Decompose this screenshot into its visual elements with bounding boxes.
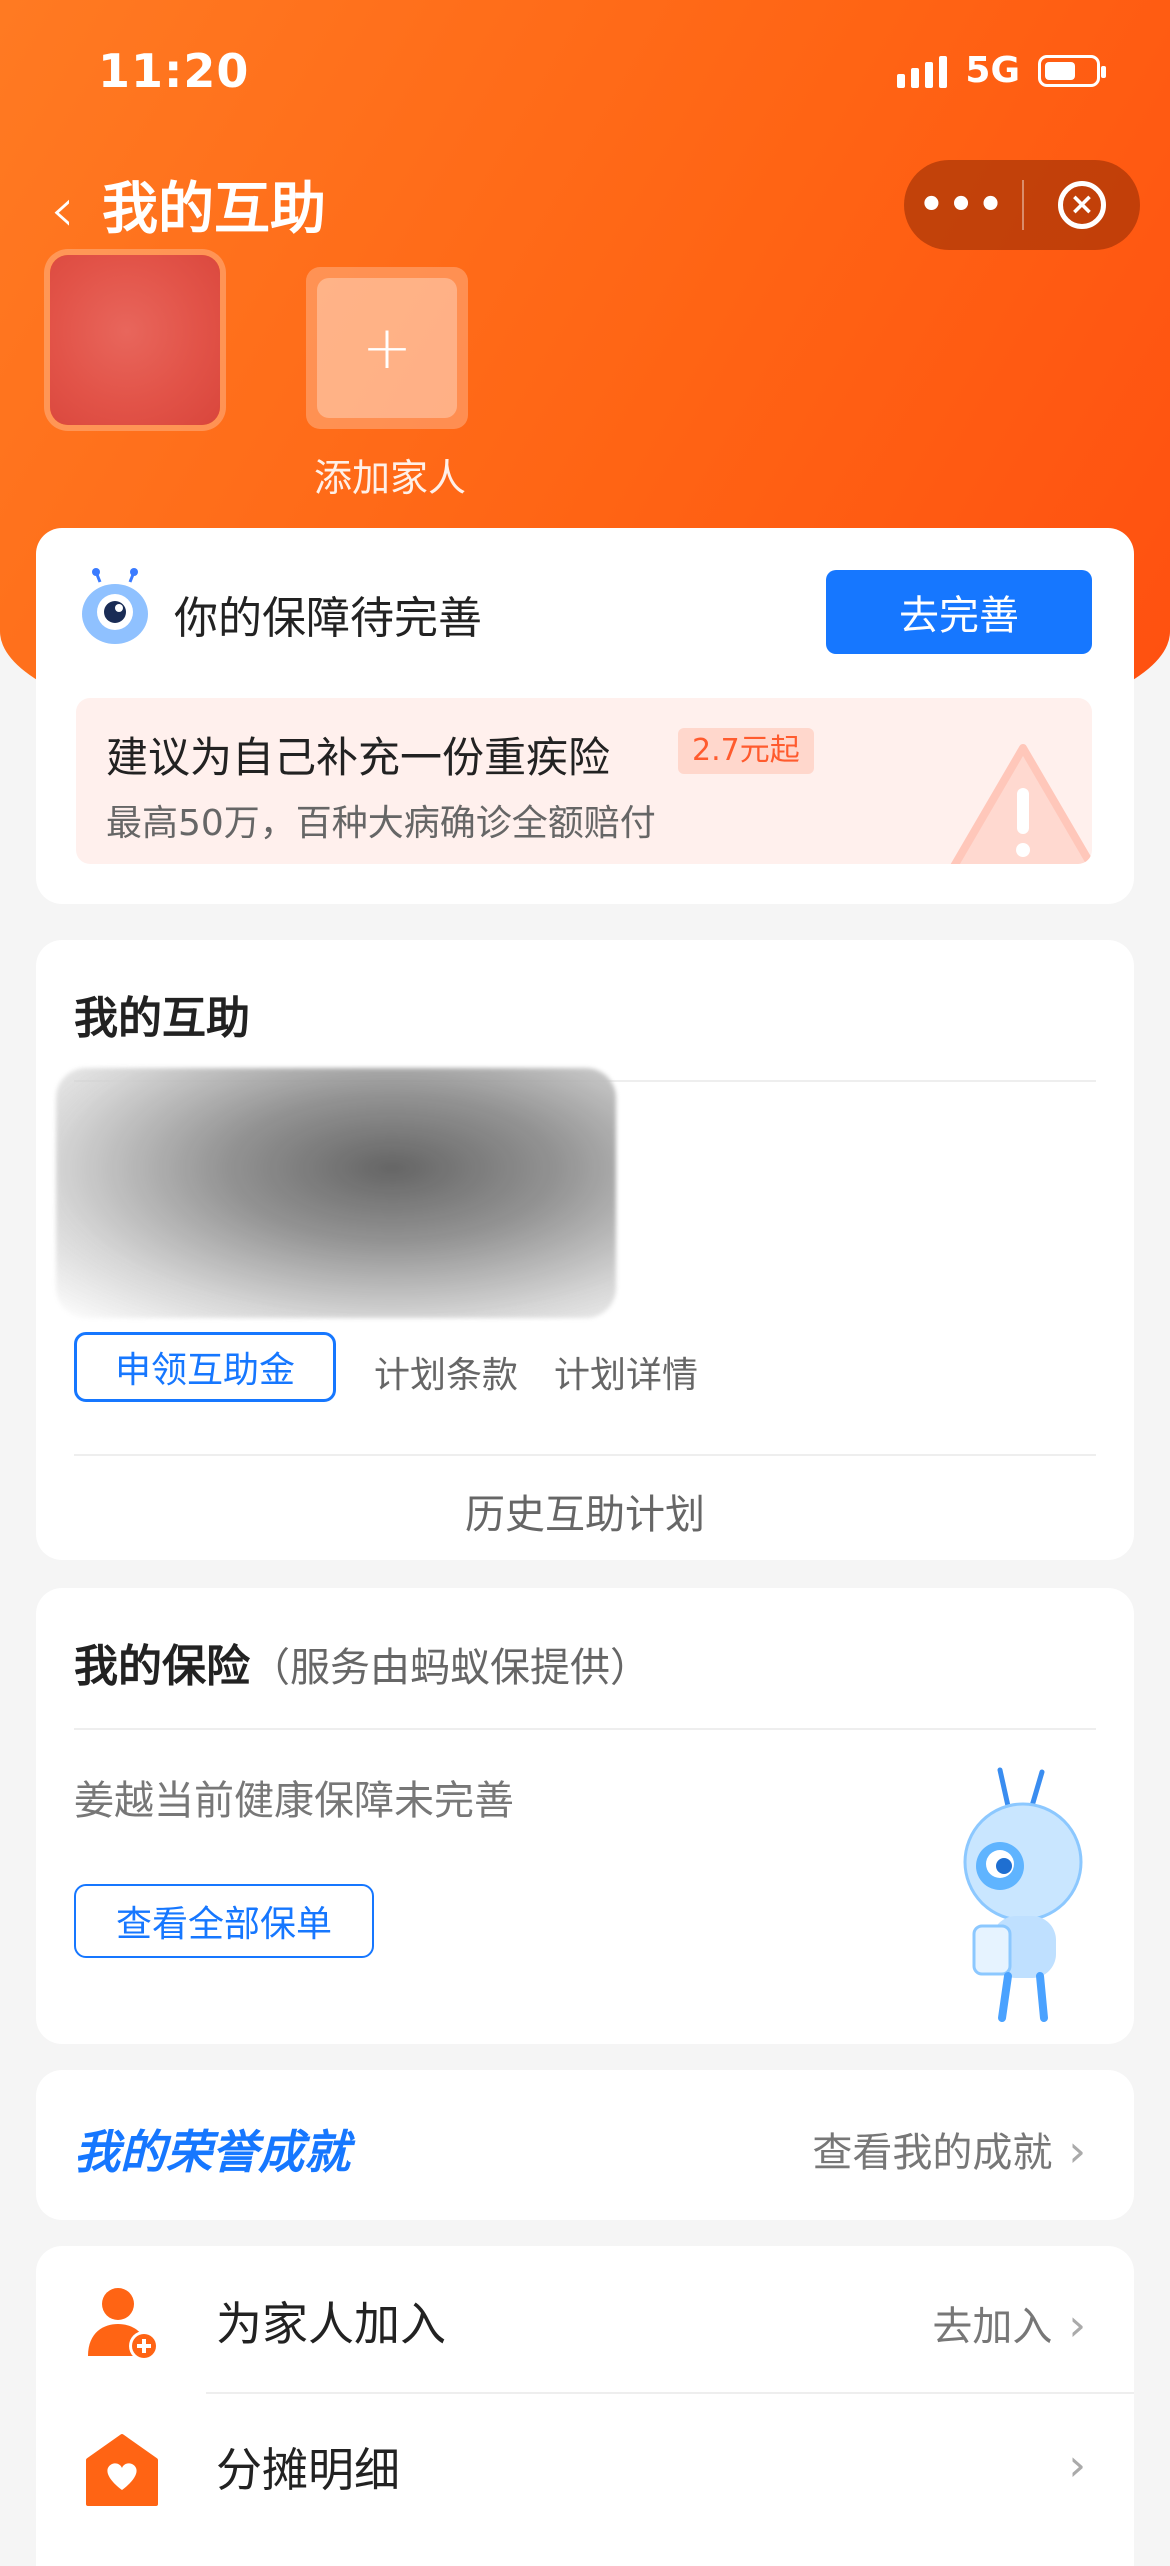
signal-icon (897, 54, 948, 88)
chevron-right-icon: › (1068, 2126, 1086, 2177)
insurance-card: 我的保险（服务由蚂蚁保提供） 姜越当前健康保障未完善 查看全部保单 (36, 1588, 1134, 2044)
house-heart-icon (86, 2434, 158, 2506)
improve-button[interactable]: 去完善 (826, 570, 1092, 654)
honor-card[interactable]: 我的荣誉成就 查看我的成就 › (36, 2070, 1134, 2220)
view-achievements-link[interactable]: 查看我的成就 › (812, 2120, 1086, 2178)
avatar[interactable] (50, 255, 220, 425)
plus-icon: + (317, 278, 457, 418)
add-family-button[interactable]: + (306, 267, 468, 429)
price-badge: 2.7元起 (678, 728, 814, 774)
insurance-provider-note: （服务由蚂蚁保提供） (250, 1645, 650, 1691)
redacted-plan-info (56, 1068, 616, 1318)
plan-details-link[interactable]: 计划详情 (554, 1346, 698, 1398)
status-bar: 11:20 5G (0, 0, 1170, 150)
nav-bar: ‹ 我的互助 ••• × (0, 160, 1170, 260)
menu-item-action: 去加入 › (932, 2294, 1086, 2352)
chevron-right-icon: › (1068, 2440, 1086, 2491)
menu-item-action-label: 去加入 (932, 2304, 1053, 2350)
more-dots-icon[interactable]: ••• (904, 185, 1022, 225)
member-list: + 添加家人 (0, 255, 1170, 500)
protection-card: 你的保障待完善 去完善 建议为自己补充一份重疾险 2.7元起 最高50万，百种大… (36, 528, 1134, 904)
menu-item-label: 为家人加入 (216, 2297, 446, 2351)
insurance-status-desc: 姜越当前健康保障未完善 (74, 1778, 514, 1824)
ant-mascot-icon (963, 1767, 1083, 2022)
menu-item-action: › (1052, 2440, 1086, 2491)
insurance-title-text: 我的保险 (74, 1641, 250, 1692)
claim-fund-button[interactable]: 申领互助金 (74, 1332, 336, 1402)
suggestion-title: 建议为自己补充一份重疾险 (106, 733, 611, 782)
chevron-right-icon: › (1068, 2300, 1086, 2351)
menu-item-label: 分摊明细 (216, 2443, 400, 2497)
menu-item-add-family[interactable]: 为家人加入 去加入 › (36, 2246, 1134, 2392)
suggestion-desc: 最高50万，百种大病确诊全额赔付 (106, 803, 656, 844)
plan-terms-link[interactable]: 计划条款 (374, 1346, 518, 1398)
page-title: 我的互助 (102, 177, 326, 242)
back-icon[interactable]: ‹ (50, 170, 75, 250)
insurance-suggestion[interactable]: 建议为自己补充一份重疾险 2.7元起 最高50万，百种大病确诊全额赔付 (76, 698, 1092, 864)
protection-status-label: 你的保障待完善 (174, 593, 482, 644)
menu-card: 为家人加入 去加入 › 分摊明细 › (36, 2246, 1134, 2566)
mutual-aid-title: 我的互助 (74, 993, 250, 1044)
view-achievements-label: 查看我的成就 (812, 2130, 1053, 2176)
battery-icon (1038, 54, 1106, 87)
add-user-icon (88, 2288, 159, 2361)
menu-item-cost-details[interactable]: 分摊明细 › (36, 2392, 1134, 2538)
mini-program-capsule: ••• × (904, 160, 1140, 250)
history-plans-link[interactable]: 历史互助计划 (36, 1482, 1134, 1540)
close-button[interactable]: × (1024, 181, 1140, 229)
divider (74, 1728, 1096, 1730)
warning-icon (950, 744, 1092, 864)
view-all-policies-button[interactable]: 查看全部保单 (74, 1884, 374, 1958)
add-family-label: 添加家人 (313, 456, 466, 500)
close-icon: × (1058, 181, 1106, 229)
robot-mascot-icon (82, 568, 148, 644)
honor-title: 我的荣誉成就 (74, 2125, 350, 2179)
divider (74, 1454, 1096, 1456)
status-time: 11:20 (98, 44, 250, 98)
mutual-aid-card: 我的互助 申领互助金 计划条款 计划详情 历史互助计划 (36, 940, 1134, 1560)
network-type: 5G (965, 50, 1020, 91)
insurance-title: 我的保险（服务由蚂蚁保提供） (74, 1630, 650, 1694)
